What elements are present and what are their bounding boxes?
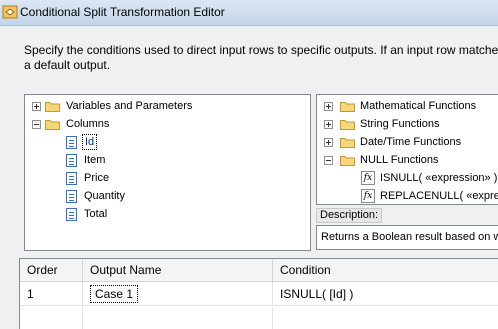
instructions-line-2: a default output. — [24, 58, 111, 72]
column-icon — [66, 190, 77, 203]
table-row-new[interactable] — [20, 307, 498, 329]
expand-icon[interactable] — [32, 102, 41, 111]
functions-tree[interactable]: Mathematical Functions String Functions … — [316, 94, 498, 205]
column-label: Quantity — [84, 190, 125, 202]
tree-item-label: Columns — [66, 118, 110, 130]
column-label: Price — [84, 172, 110, 184]
column-label: Total — [84, 208, 108, 220]
column-item-id[interactable]: Id — [25, 134, 310, 150]
cell-order[interactable] — [20, 307, 83, 329]
folder-icon — [340, 102, 355, 112]
cell-condition[interactable] — [273, 307, 498, 329]
column-item-item[interactable]: Item — [25, 152, 310, 168]
column-icon — [66, 154, 77, 167]
tree-item-string-functions[interactable]: String Functions — [317, 116, 498, 132]
tree-item-label: NULL Functions — [360, 154, 439, 166]
conditions-grid[interactable]: Order Output Name Condition 1 Case 1 ISN… — [19, 258, 498, 329]
column-item-price[interactable]: Price — [25, 170, 310, 186]
cell-output-name[interactable]: Case 1 — [83, 282, 273, 306]
function-label: ISNULL( «expression» ) — [380, 172, 498, 184]
title-bar: Conditional Split Transformation Editor — [0, 0, 498, 26]
instructions-text: Specify the conditions used to direct in… — [24, 43, 498, 73]
function-item-isnull[interactable]: fx ISNULL( «expression» ) — [317, 170, 498, 186]
cell-condition[interactable]: ISNULL( [Id] ) — [273, 282, 498, 306]
column-icon — [66, 208, 77, 221]
header-output-name[interactable]: Output Name — [83, 259, 273, 282]
table-row[interactable]: 1 Case 1 ISNULL( [Id] ) — [20, 282, 498, 306]
expand-icon[interactable] — [324, 102, 333, 111]
function-item-replacenull[interactable]: fx REPLACENULL( «expres — [317, 188, 498, 204]
app-icon — [2, 5, 18, 19]
tree-item-label: Date/Time Functions — [360, 136, 462, 148]
header-condition[interactable]: Condition — [273, 259, 498, 282]
column-icon — [66, 172, 77, 185]
description-label: Description: — [316, 208, 382, 223]
tree-item-datetime-functions[interactable]: Date/Time Functions — [317, 134, 498, 150]
output-name-value[interactable]: Case 1 — [90, 285, 139, 303]
cell-output-name[interactable] — [83, 307, 273, 329]
function-icon: fx — [361, 171, 375, 185]
expand-icon[interactable] — [324, 120, 333, 129]
tree-item-columns[interactable]: Columns — [25, 116, 310, 132]
window-title: Conditional Split Transformation Editor — [20, 5, 225, 19]
column-item-total[interactable]: Total — [25, 206, 310, 222]
folder-open-icon — [45, 120, 60, 130]
folder-icon — [340, 120, 355, 130]
column-label: Item — [84, 154, 106, 166]
folder-icon — [340, 138, 355, 148]
function-label: REPLACENULL( «expres — [380, 190, 498, 202]
column-label: Id — [82, 134, 98, 150]
expand-icon[interactable] — [324, 138, 333, 147]
tree-item-math-functions[interactable]: Mathematical Functions — [317, 98, 498, 114]
folder-open-icon — [340, 156, 355, 166]
instructions-line-1: Specify the conditions used to direct in… — [24, 43, 498, 57]
cell-order[interactable]: 1 — [20, 282, 83, 306]
column-item-quantity[interactable]: Quantity — [25, 188, 310, 204]
variables-columns-tree[interactable]: Variables and Parameters Columns Id Item… — [24, 94, 311, 251]
tree-item-label: String Functions — [360, 118, 440, 130]
collapse-icon[interactable] — [324, 156, 333, 165]
column-icon — [66, 136, 77, 149]
tree-item-variables[interactable]: Variables and Parameters — [25, 98, 310, 114]
collapse-icon[interactable] — [32, 120, 41, 129]
header-order[interactable]: Order — [20, 259, 83, 282]
function-icon: fx — [361, 189, 375, 203]
tree-item-label: Variables and Parameters — [66, 100, 193, 112]
description-text: Returns a Boolean result based on wh — [316, 225, 498, 250]
tree-item-label: Mathematical Functions — [360, 100, 477, 112]
grid-header: Order Output Name Condition — [20, 259, 498, 282]
tree-item-null-functions[interactable]: NULL Functions — [317, 152, 498, 168]
folder-icon — [45, 102, 60, 112]
